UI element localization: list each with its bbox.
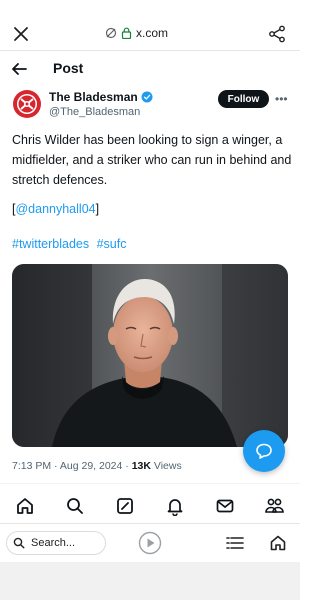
mention-link[interactable]: @dannyhall04 [15, 202, 95, 216]
author-name[interactable]: The Bladesman [49, 90, 153, 104]
post-time: 7:13 PM [12, 460, 52, 472]
search-icon [13, 537, 25, 549]
browser-toolbar: x.com [0, 0, 300, 50]
hashtag-link[interactable]: #twitterblades [12, 237, 89, 251]
post-meta: 7:13 PM · Aug 29, 2024 · 13K Views [12, 460, 182, 472]
views-count: 13K [131, 460, 151, 472]
browser-search-input[interactable]: Search... [6, 531, 106, 555]
toolbar-divider [0, 50, 300, 51]
mention-close-bracket: ] [95, 202, 100, 216]
browser-home-icon[interactable] [269, 534, 287, 552]
post-header: Post [0, 56, 300, 82]
back-arrow-icon[interactable] [10, 60, 28, 78]
close-tab-icon[interactable] [12, 25, 30, 43]
views-label: Views [153, 460, 182, 472]
author-handle[interactable]: @The_Bladesman [49, 106, 140, 118]
meta-divider [0, 483, 300, 484]
hashtag-link[interactable]: #sufc [97, 237, 127, 251]
post-date: Aug 29, 2024 [59, 460, 123, 472]
play-icon[interactable] [138, 531, 162, 555]
browser-bottom-bar: Search... [0, 527, 300, 561]
hashtags: #twitterblades #sufc [12, 237, 127, 251]
search-icon[interactable] [65, 496, 85, 516]
lock-icon [121, 27, 132, 39]
follow-button[interactable]: Follow [218, 90, 269, 108]
notifications-icon[interactable] [165, 496, 185, 516]
bottom-navigation [0, 490, 300, 522]
tabs-list-icon[interactable] [226, 535, 244, 551]
address-bar[interactable]: x.com [105, 26, 168, 40]
search-placeholder: Search... [31, 537, 76, 549]
messages-icon[interactable] [215, 496, 235, 516]
compose-reply-button[interactable] [243, 430, 285, 472]
tracking-protection-icon [105, 27, 117, 39]
author-name-text: The Bladesman [49, 90, 138, 104]
url-text: x.com [136, 26, 169, 40]
system-navigation-bar [0, 562, 300, 600]
mention-line: [@dannyhall04] [12, 202, 99, 216]
chat-bubble-icon [256, 443, 272, 459]
meta-separator: · [54, 460, 58, 472]
home-icon[interactable] [15, 496, 35, 516]
communities-icon[interactable] [264, 496, 284, 516]
avatar[interactable] [12, 89, 42, 119]
share-icon[interactable] [268, 25, 286, 43]
tweet-image[interactable] [12, 264, 288, 447]
tweet-text: Chris Wilder has been looking to sign a … [12, 133, 292, 187]
more-options-icon[interactable]: ••• [275, 92, 288, 106]
nav-divider [0, 523, 300, 524]
grok-icon[interactable] [115, 496, 135, 516]
page-title: Post [53, 60, 84, 76]
meta-separator: · [125, 460, 129, 472]
verified-badge-icon [141, 91, 153, 103]
